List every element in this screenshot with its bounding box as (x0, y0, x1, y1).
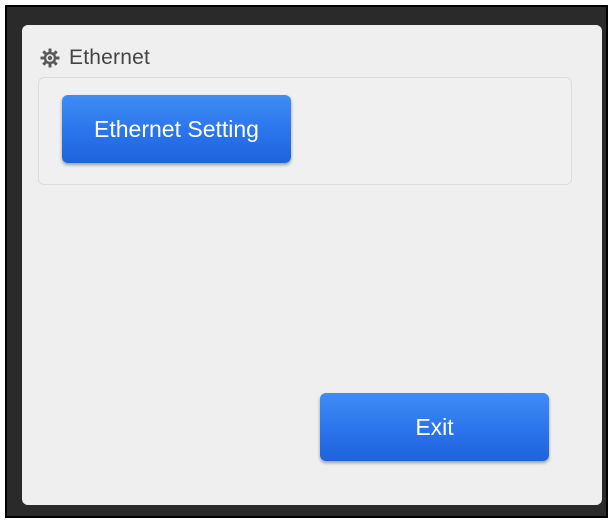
gear-icon (40, 48, 60, 68)
section-header: Ethernet (40, 45, 150, 71)
section-title: Ethernet (69, 46, 150, 69)
ethernet-dialog: Ethernet Ethernet Setting Exit (22, 25, 602, 505)
ethernet-setting-button[interactable]: Ethernet Setting (62, 95, 291, 163)
exit-button[interactable]: Exit (320, 393, 549, 461)
